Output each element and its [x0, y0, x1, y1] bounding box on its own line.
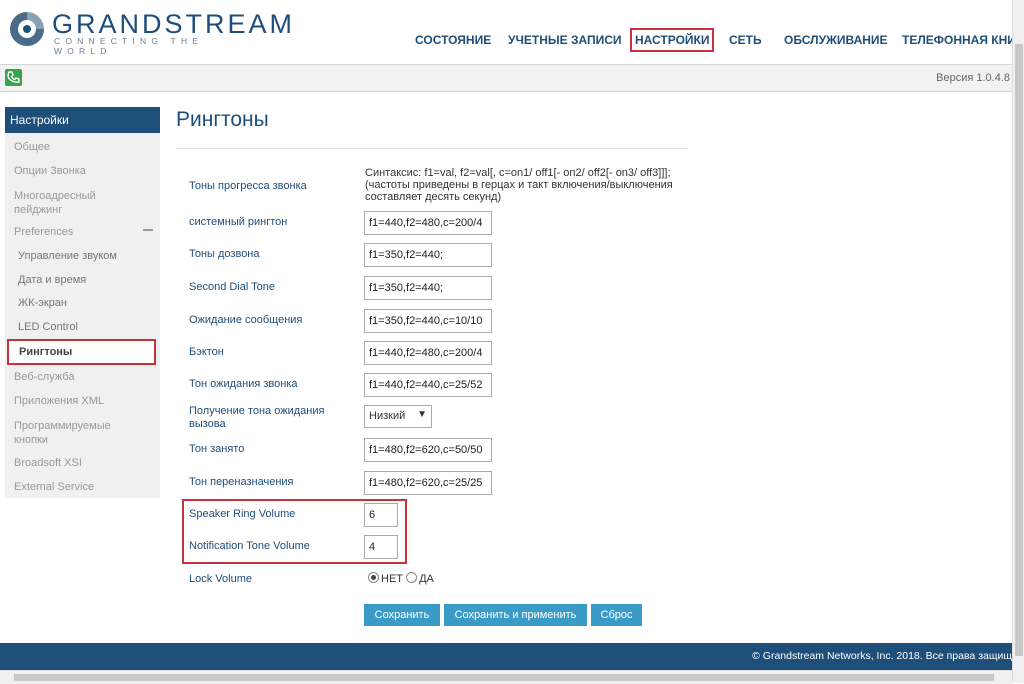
second-dial-tone-input[interactable] [364, 276, 492, 300]
save-apply-button[interactable]: Сохранить и применить [444, 604, 587, 626]
copyright-text: © Grandstream Networks, Inc. 2018. Все п… [752, 650, 1012, 662]
reset-button[interactable]: Сброс [591, 604, 642, 626]
call-waiting-tone-input[interactable] [364, 373, 492, 397]
collapse-icon[interactable] [143, 229, 153, 231]
nav-accounts[interactable]: УЧЕТНЫЕ ЗАПИСИ [508, 33, 622, 47]
reorder-tone-input[interactable] [364, 471, 492, 495]
nav-settings[interactable]: НАСТРОЙКИ [630, 28, 715, 52]
phone-icon[interactable] [5, 69, 22, 86]
lock-volume-yes-radio[interactable] [406, 572, 418, 583]
footer: © Grandstream Networks, Inc. 2018. Все п… [0, 643, 1012, 670]
nav-maintenance[interactable]: ОБСЛУЖИВАНИЕ [784, 33, 888, 47]
lock-volume-no-label: НЕТ [381, 573, 403, 585]
lock-volume-yes-label: ДА [419, 573, 434, 585]
sidebar-item-ringtones[interactable]: Рингтоны [7, 339, 156, 365]
page-title: Рингтоны [176, 108, 269, 131]
sidebar: Настройки Общее Опции Звонка Многоадресн… [5, 107, 160, 498]
second-dial-tone-label: Second Dial Tone [189, 281, 276, 293]
sidebar-item-programmable-keys[interactable]: Программируемые кнопки [14, 419, 119, 447]
call-waiting-gain-select[interactable]: Низкий ▼ [364, 405, 432, 428]
select-value: Низкий [369, 410, 406, 422]
sidebar-item-date-time[interactable]: Дата и время [18, 274, 86, 286]
sidebar-item-audio-control[interactable]: Управление звуком [18, 250, 117, 262]
sidebar-item-preferences[interactable]: Preferences [14, 226, 73, 238]
sidebar-item-xml-apps[interactable]: Приложения XML [14, 395, 104, 407]
dial-tone-input[interactable] [364, 243, 492, 267]
sidebar-item-lcd[interactable]: ЖК-экран [18, 297, 67, 309]
message-waiting-label: Ожидание сообщения [189, 314, 303, 326]
scroll-thumb[interactable] [14, 674, 994, 681]
lock-volume-radio-group: НЕТ ДА [368, 572, 434, 585]
sidebar-header: Настройки [5, 107, 160, 133]
notification-tone-volume-input[interactable] [364, 535, 398, 559]
busy-tone-label: Тон занято [189, 443, 245, 455]
call-waiting-gain-label: Получение тона ожидания вызова [189, 405, 325, 430]
system-ringtone-label: системный рингтон [189, 216, 288, 228]
scroll-thumb[interactable] [1015, 44, 1023, 656]
call-progress-tones-label: Тоны прогресса звонка [189, 180, 307, 192]
call-waiting-tone-label: Тон ожидания звонка [189, 378, 298, 390]
message-waiting-input[interactable] [364, 309, 492, 333]
lock-volume-label: Lock Volume [189, 573, 252, 585]
nav-status[interactable]: СОСТОЯНИЕ [415, 33, 491, 47]
sidebar-item-broadsoft-xsi[interactable]: Broadsoft XSI [14, 457, 82, 469]
syntax-hint: Синтаксис: f1=val, f2=val[, c=on1/ off1[… [365, 167, 673, 203]
nav-phonebook[interactable]: ТЕЛЕФОННАЯ КНИ [902, 33, 1016, 47]
sidebar-item-general[interactable]: Общее [14, 141, 50, 153]
dial-tone-label: Тоны дозвона [189, 248, 260, 260]
nav-network[interactable]: СЕТЬ [729, 33, 762, 47]
dropdown-arrow-icon: ▼ [417, 409, 427, 420]
speaker-ring-volume-input[interactable] [364, 503, 398, 527]
ring-back-tone-label: Бэктон [189, 346, 224, 358]
top-nav: СОСТОЯНИЕ УЧЕТНЫЕ ЗАПИСИ НАСТРОЙКИ СЕТЬ … [0, 0, 1016, 64]
header: GRANDSTREAM CONNECTING THE WORLD СОСТОЯН… [0, 0, 1016, 64]
sidebar-item-web-service[interactable]: Веб-служба [14, 371, 74, 383]
sidebar-item-call-features[interactable]: Опции Звонка [14, 165, 86, 177]
busy-tone-input[interactable] [364, 438, 492, 462]
notification-tone-volume-label: Notification Tone Volume [189, 540, 310, 552]
save-button[interactable]: Сохранить [364, 604, 440, 626]
speaker-ring-volume-label: Speaker Ring Volume [189, 508, 296, 520]
firmware-version: Версия 1.0.4.8 [936, 72, 1010, 84]
ring-back-tone-input[interactable] [364, 341, 492, 365]
divider [176, 148, 688, 149]
horizontal-scrollbar[interactable] [0, 670, 1012, 684]
vertical-scrollbar[interactable] [1012, 0, 1024, 683]
sidebar-item-multicast-paging[interactable]: Многоадресный пейджинг [14, 189, 124, 217]
lock-volume-no-radio[interactable] [368, 572, 379, 583]
sidebar-item-led-control[interactable]: LED Control [18, 321, 78, 333]
sidebar-item-label: Рингтоны [19, 346, 73, 358]
system-ringtone-input[interactable] [364, 211, 492, 235]
status-bar: Версия 1.0.4.8 [0, 64, 1012, 92]
reorder-tone-label: Тон переназначения [189, 476, 294, 488]
sidebar-item-external-service[interactable]: External Service [14, 481, 94, 493]
